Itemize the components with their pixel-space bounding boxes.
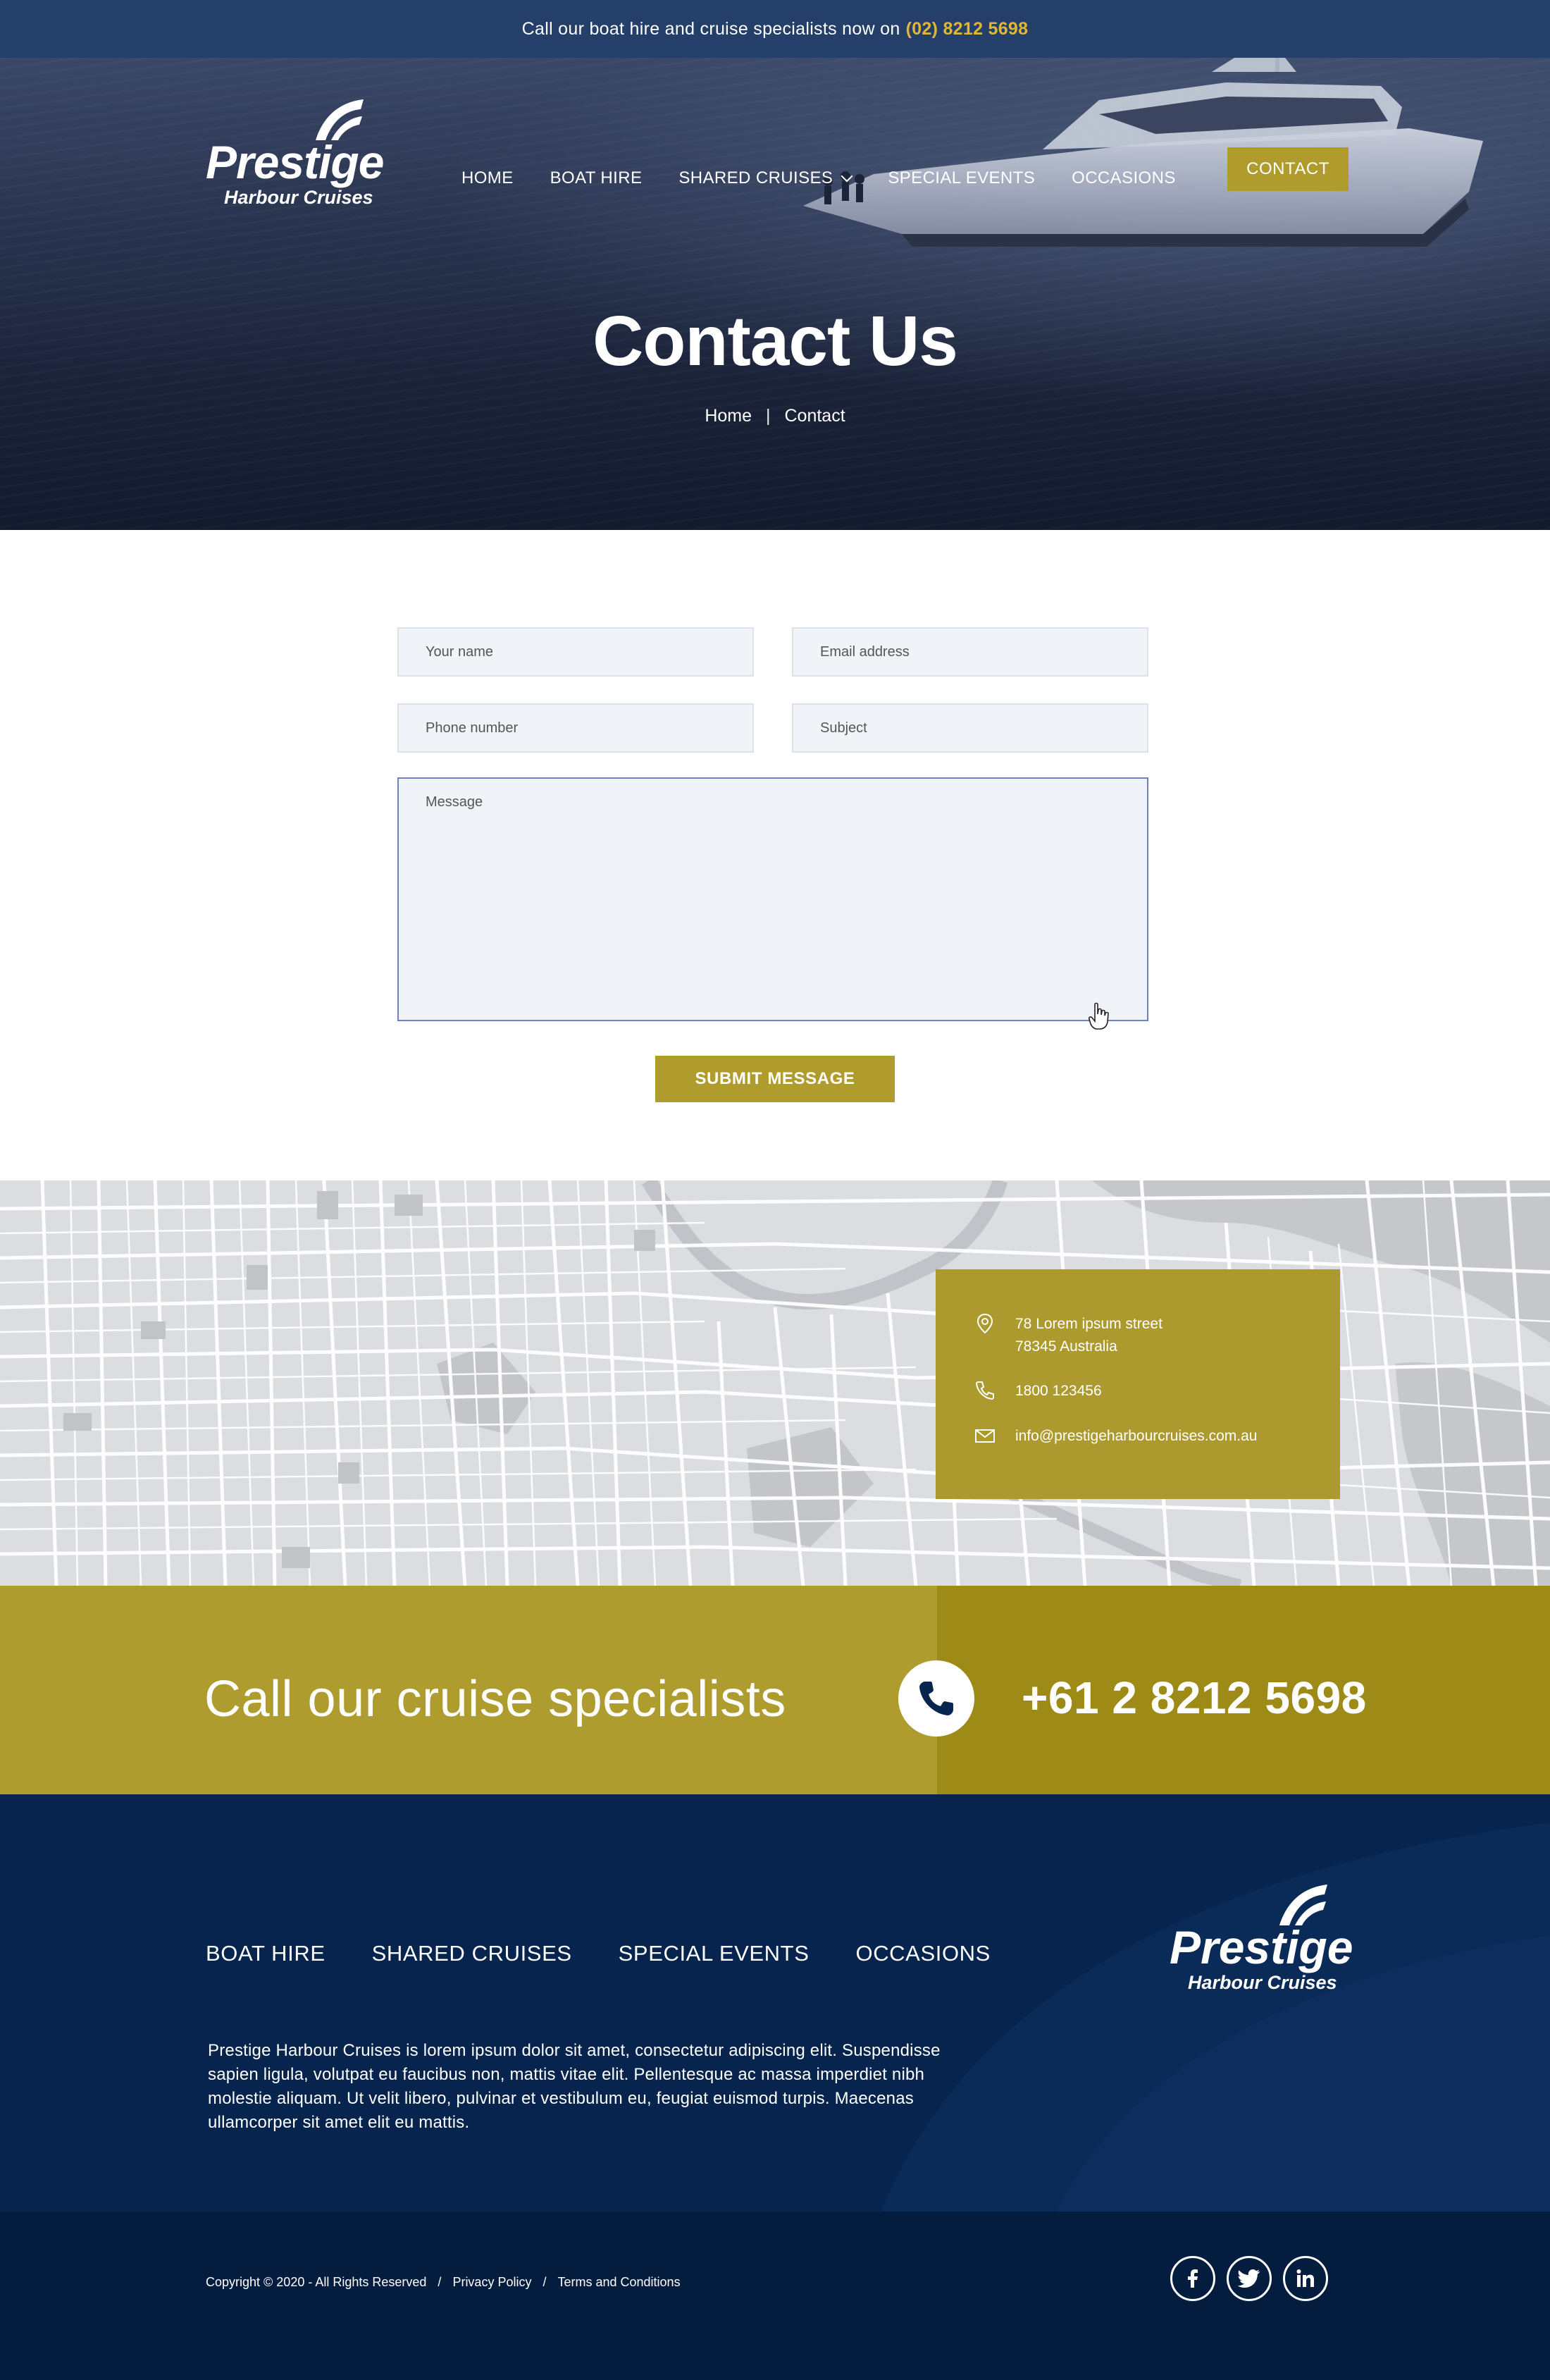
name-placeholder: Your name (426, 643, 493, 660)
nav-item-boat-hire[interactable]: BOAT HIRE (550, 168, 643, 188)
footer-logo[interactable]: Prestige Harbour Cruises (1170, 1882, 1353, 1994)
phone-row: 1800 123456 (974, 1380, 1102, 1402)
address-line-2: 78345 Australia (1015, 1338, 1117, 1355)
linkedin-link[interactable] (1283, 2256, 1328, 2301)
legal-separator: / (542, 2275, 547, 2289)
breadcrumb-home-link[interactable]: Home (705, 406, 752, 426)
hero-banner: Prestige Harbour Cruises HOME BOAT HIRE … (0, 58, 1550, 530)
header-logo[interactable]: Prestige Harbour Cruises (206, 97, 384, 209)
phone-handset-icon (919, 1682, 953, 1715)
submit-message-button[interactable]: SUBMIT MESSAGE (655, 1056, 895, 1102)
location-pin-icon (976, 1313, 993, 1334)
address-line-1: 78 Lorem ipsum street (1015, 1316, 1162, 1332)
breadcrumb-current: Contact (784, 406, 845, 426)
contact-button[interactable]: CONTACT (1227, 147, 1348, 191)
subject-input[interactable]: Subject (792, 703, 1148, 753)
site-footer (0, 1794, 1550, 2212)
logo-wordmark: Prestige (206, 136, 384, 188)
breadcrumb: Home | Contact (0, 406, 1550, 426)
breadcrumb-separator: | (766, 406, 771, 426)
address-row: 78 Lorem ipsum street 78345 Australia (974, 1313, 1162, 1358)
call-band-title: Call our cruise specialists (204, 1671, 786, 1727)
message-placeholder: Message (426, 794, 483, 810)
phone-input[interactable]: Phone number (397, 703, 754, 753)
footer-nav-special-events[interactable]: SPECIAL EVENTS (619, 1941, 810, 1966)
main-navigation: HOME BOAT HIRE SHARED CRUISES SPECIAL EV… (461, 156, 1213, 200)
call-phone-badge[interactable] (898, 1660, 974, 1737)
legal-separator: / (438, 2275, 442, 2289)
email-placeholder: Email address (820, 643, 910, 660)
message-textarea[interactable]: Message (397, 777, 1148, 1021)
logo-tagline: Harbour Cruises (1188, 1972, 1337, 1993)
chevron-down-icon (841, 170, 853, 183)
nav-label: SHARED CRUISES (678, 168, 833, 187)
contact-email[interactable]: info@prestigeharbourcruises.com.au (1015, 1425, 1258, 1448)
email-input[interactable]: Email address (792, 627, 1148, 677)
footer-background-swirl (881, 1823, 1550, 2212)
phone-icon (975, 1381, 994, 1400)
twitter-link[interactable] (1227, 2256, 1272, 2301)
footer-legal: Copyright © 2020 - All Rights Reserved /… (206, 2275, 681, 2290)
announcement-text: Call our boat hire and cruise specialist… (521, 18, 900, 39)
privacy-policy-link[interactable]: Privacy Policy (452, 2275, 531, 2290)
nav-label: SPECIAL EVENTS (888, 168, 1036, 187)
contact-phone[interactable]: 1800 123456 (1015, 1380, 1102, 1402)
nav-label: HOME (461, 168, 514, 187)
logo-wordmark: Prestige (1170, 1921, 1353, 1973)
nav-label: BOAT HIRE (550, 168, 643, 187)
nav-label: OCCASIONS (1072, 168, 1176, 187)
email-row: info@prestigeharbourcruises.com.au (974, 1425, 1258, 1448)
nav-item-home[interactable]: HOME (461, 168, 514, 188)
email-envelope-icon (975, 1429, 995, 1443)
contact-info-card: 78 Lorem ipsum street 78345 Australia 18… (936, 1269, 1340, 1499)
terms-link[interactable]: Terms and Conditions (557, 2275, 680, 2290)
facebook-link[interactable] (1170, 2256, 1215, 2301)
footer-navigation: BOAT HIRE SHARED CRUISES SPECIAL EVENTS … (206, 1941, 1037, 1966)
logo-tagline: Harbour Cruises (224, 187, 373, 208)
subject-placeholder: Subject (820, 720, 867, 736)
phone-placeholder: Phone number (426, 720, 519, 736)
footer-nav-boat-hire[interactable]: BOAT HIRE (206, 1941, 326, 1966)
nav-item-occasions[interactable]: OCCASIONS (1072, 168, 1176, 188)
facebook-icon (1188, 2269, 1198, 2288)
linkedin-icon (1296, 2269, 1314, 2287)
top-announcement-bar: Call our boat hire and cruise specialist… (0, 0, 1550, 58)
hand-cursor-icon (1089, 1002, 1109, 1030)
call-band-number[interactable]: +61 2 8212 5698 (1022, 1672, 1367, 1724)
twitter-icon (1237, 2269, 1260, 2288)
announcement-phone-link[interactable]: (02) 8212 5698 (906, 19, 1029, 39)
nav-item-special-events[interactable]: SPECIAL EVENTS (888, 168, 1035, 188)
copyright-text: Copyright © 2020 - All Rights Reserved (206, 2275, 427, 2289)
page-title: Contact Us (593, 302, 958, 381)
name-input[interactable]: Your name (397, 627, 754, 677)
footer-nav-shared-cruises[interactable]: SHARED CRUISES (372, 1941, 572, 1966)
footer-description: Prestige Harbour Cruises is lorem ipsum … (208, 2041, 941, 2132)
footer-nav-occasions[interactable]: OCCASIONS (855, 1941, 990, 1966)
nav-item-shared-cruises[interactable]: SHARED CRUISES (678, 168, 853, 188)
